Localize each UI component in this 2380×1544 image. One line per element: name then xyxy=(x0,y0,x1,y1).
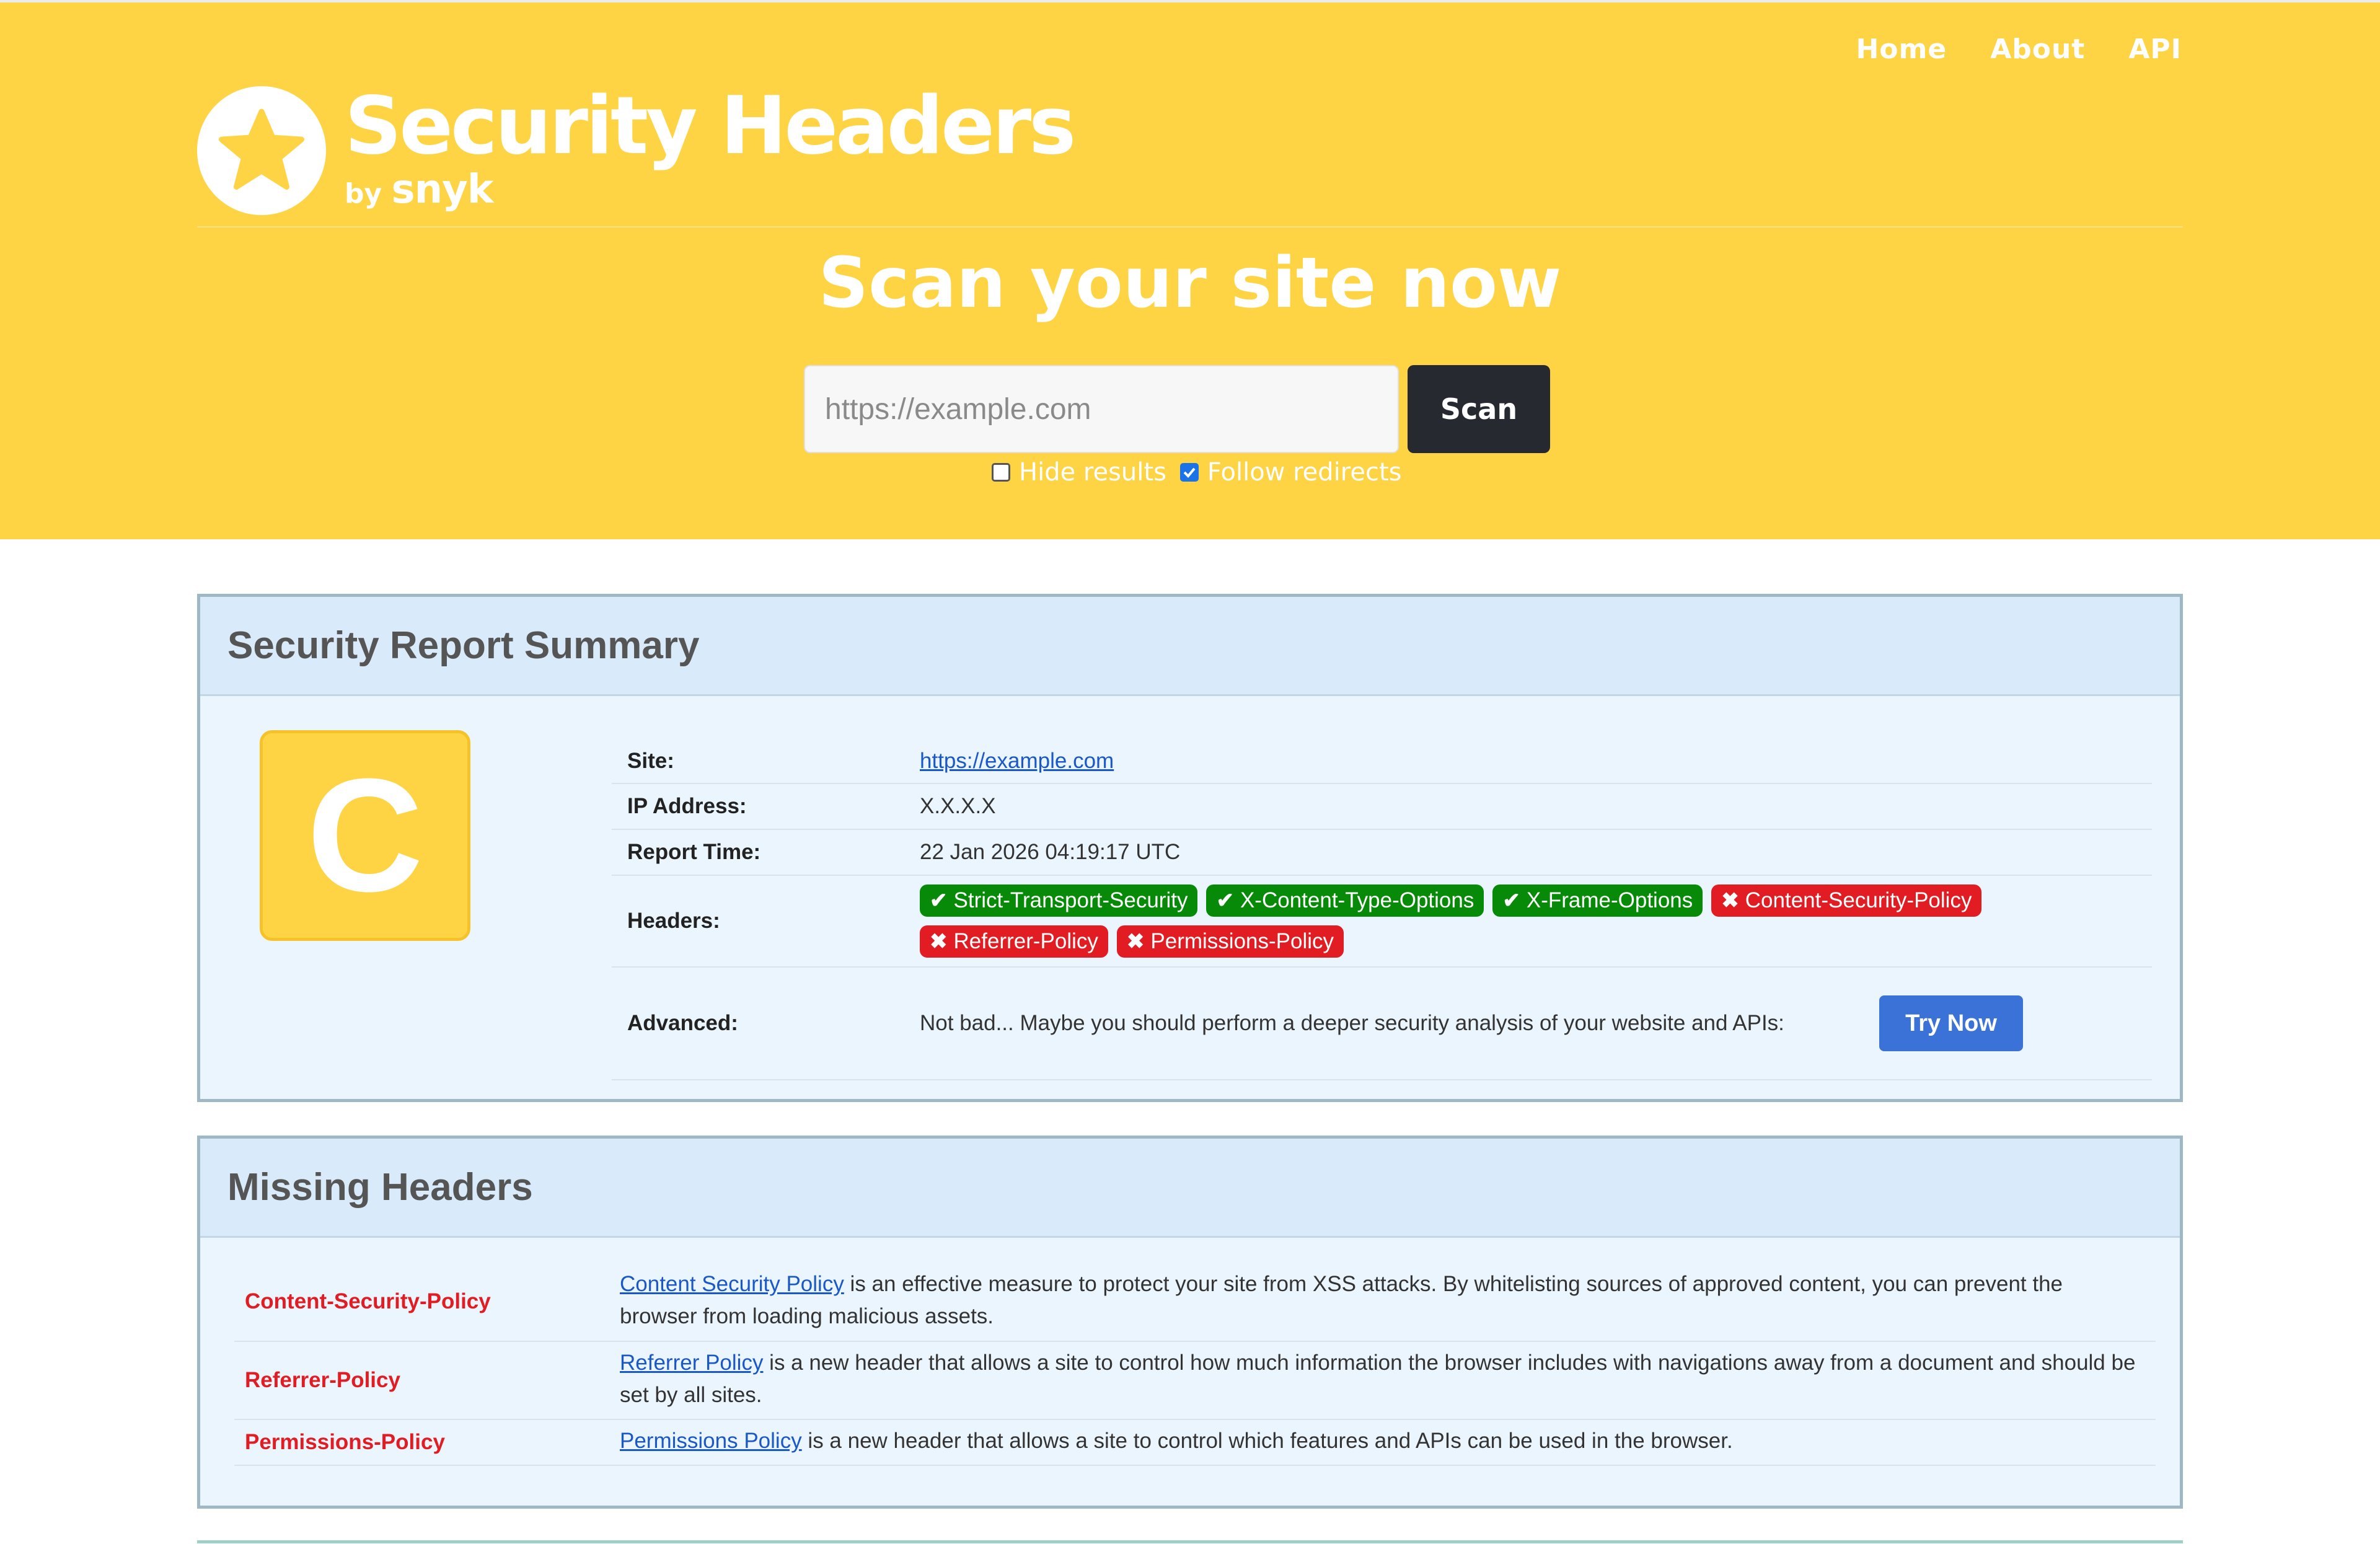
missing-title: Missing Headers xyxy=(227,1166,533,1209)
scan-button[interactable]: Scan xyxy=(1408,365,1550,453)
scan-form: Scan xyxy=(804,365,1550,453)
csp-link[interactable]: Content Security Policy xyxy=(620,1272,844,1296)
checkmark-icon xyxy=(1183,467,1196,478)
hide-results-checkbox[interactable] xyxy=(992,463,1010,482)
summary-row-ip: IP Address: X.X.X.X xyxy=(612,784,2152,830)
follow-redirects-label: Follow redirects xyxy=(1207,458,1402,487)
missing-header-name: Referrer-Policy xyxy=(245,1368,400,1392)
advanced-label: Advanced: xyxy=(627,1011,738,1035)
hero-divider xyxy=(197,226,2183,227)
summary-title: Security Report Summary xyxy=(227,624,700,667)
nav-about-link[interactable]: About xyxy=(1990,33,2085,65)
try-now-button[interactable]: Try Now xyxy=(1879,995,2023,1051)
header-badge: ✔ Strict-Transport-Security xyxy=(920,884,1198,917)
summary-table: Site: https://example.com IP Address: X.… xyxy=(612,739,2152,1080)
summary-row-headers: Headers: ✔ Strict-Transport-Security ✔ X-C… xyxy=(612,876,2152,968)
advanced-text: Not bad... Maybe you should perform a de… xyxy=(920,1011,1784,1035)
url-input[interactable] xyxy=(804,365,1399,453)
summary-row-time: Report Time: 22 Jan 2026 04:19:17 UTC xyxy=(612,830,2152,876)
header-badge: ✖ Referrer-Policy xyxy=(920,925,1108,958)
logo-title: Security Headers xyxy=(345,80,1076,172)
nav-home-link[interactable]: Home xyxy=(1856,33,1947,65)
nav-api-link[interactable]: API xyxy=(2128,33,2182,65)
scan-options: Hide results Follow redirects xyxy=(992,458,1401,487)
header-badge: ✖ Permissions-Policy xyxy=(1116,925,1344,958)
cross-icon: ✖ xyxy=(930,930,948,953)
site-logo[interactable]: Security Headers by snyk xyxy=(197,80,1076,215)
grade-letter: C xyxy=(307,745,423,925)
missing-row: Permissions-Policy Permissions Policy is… xyxy=(234,1420,2156,1466)
headers-label: Headers: xyxy=(627,909,720,933)
grade-badge: C xyxy=(260,730,470,941)
hero-header: Home About API Security Headers by snyk … xyxy=(0,0,2380,539)
check-icon: ✔ xyxy=(930,889,948,912)
summary-header: Security Report Summary xyxy=(200,597,2180,696)
header-badge: ✖ Content-Security-Policy xyxy=(1711,884,1982,917)
summary-row-advanced: Advanced: Not bad... Maybe you should pe… xyxy=(612,968,2152,1080)
header-badge: ✔ X-Frame-Options xyxy=(1492,884,1703,917)
missing-headers: Missing Headers Content-Security-Policy … xyxy=(197,1136,2183,1509)
ip-label: IP Address: xyxy=(627,794,747,818)
follow-redirects-checkbox[interactable] xyxy=(1179,463,1199,482)
hide-results-option[interactable]: Hide results xyxy=(992,458,1166,487)
cross-icon: ✖ xyxy=(1721,889,1739,912)
ip-value: X.X.X.X xyxy=(920,794,996,818)
hide-results-label: Hide results xyxy=(1019,458,1166,487)
missing-header-name: Permissions-Policy xyxy=(245,1430,445,1454)
missing-description: Referrer Policy is a new header that all… xyxy=(620,1351,2136,1407)
site-link[interactable]: https://example.com xyxy=(920,749,1114,773)
header-badge: ✔ X-Content-Type-Options xyxy=(1206,884,1484,917)
referrer-policy-link[interactable]: Referrer Policy xyxy=(620,1351,763,1375)
logo-byline: by snyk xyxy=(345,167,1073,213)
logo-by-text: by xyxy=(345,178,382,210)
check-icon: ✔ xyxy=(1216,889,1234,912)
logo-brand: snyk xyxy=(391,167,494,213)
missing-row: Referrer-Policy Referrer Policy is a new… xyxy=(234,1342,2156,1420)
missing-header-name: Content-Security-Policy xyxy=(245,1289,491,1313)
summary-row-site: Site: https://example.com xyxy=(612,739,2152,784)
star-icon xyxy=(197,86,326,215)
top-nav: Home About API xyxy=(1856,33,2182,65)
missing-table: Content-Security-Policy Content Security… xyxy=(234,1263,2156,1466)
missing-row: Content-Security-Policy Content Security… xyxy=(234,1263,2156,1342)
header-badges: ✔ Strict-Transport-Security ✔ X-Content-Ty… xyxy=(920,884,2097,958)
time-label: Report Time: xyxy=(627,840,761,864)
time-value: 22 Jan 2026 04:19:17 UTC xyxy=(920,840,1181,864)
follow-redirects-option[interactable]: Follow redirects xyxy=(1179,458,1402,487)
logo-text: Security Headers by snyk xyxy=(345,80,1076,213)
check-icon: ✔ xyxy=(1502,889,1520,912)
missing-description: Content Security Policy is an effective … xyxy=(620,1272,2063,1328)
missing-header: Missing Headers xyxy=(200,1139,2180,1238)
page-title: Scan your site now xyxy=(818,243,1562,324)
site-label: Site: xyxy=(627,749,674,773)
bottom-divider xyxy=(197,1540,2183,1543)
security-report-summary: Security Report Summary C Site: https://… xyxy=(197,594,2183,1102)
missing-description: Permissions Policy is a new header that … xyxy=(620,1429,1733,1453)
permissions-policy-link[interactable]: Permissions Policy xyxy=(620,1429,802,1453)
cross-icon: ✖ xyxy=(1126,930,1145,953)
